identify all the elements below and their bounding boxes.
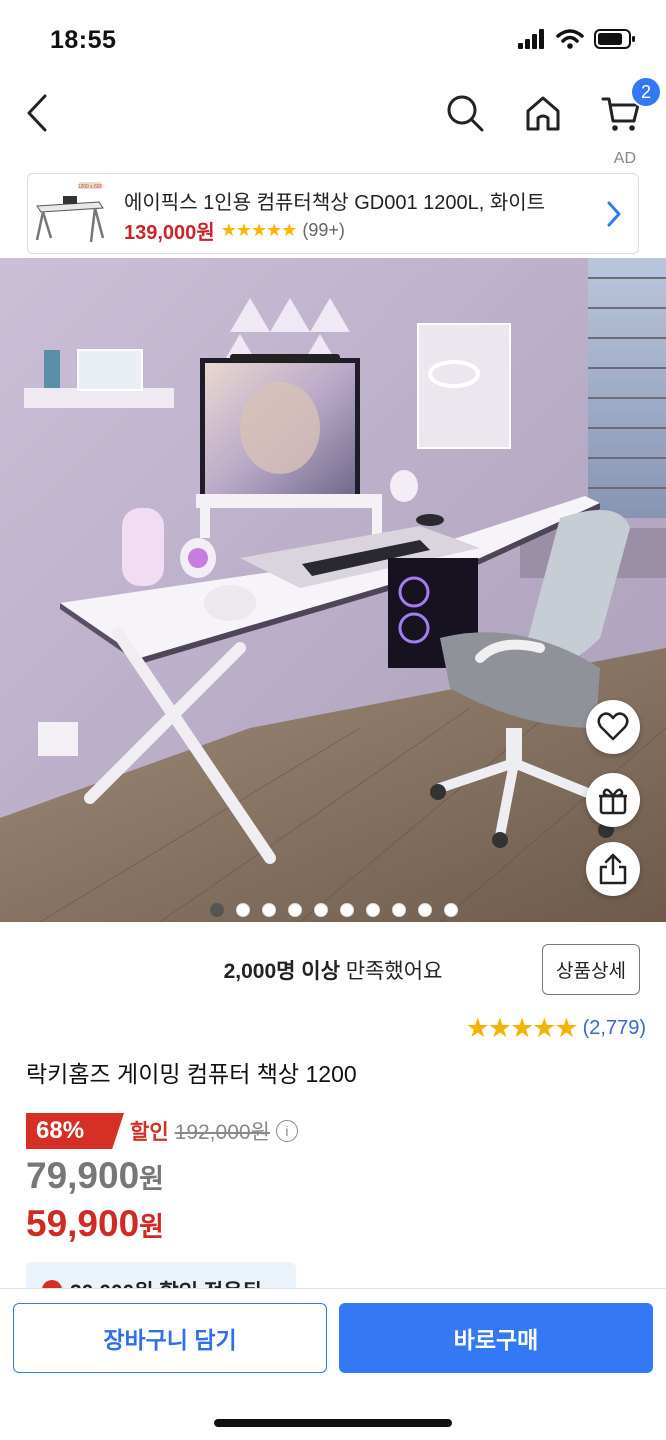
bottom-action-bar: 장바구니 담기 바로구매	[0, 1288, 666, 1440]
carousel-dot[interactable]	[236, 903, 250, 917]
price-regular-currency: 원	[139, 1164, 165, 1194]
search-icon	[447, 95, 484, 132]
nav-bar: 2	[0, 76, 666, 148]
home-indicator[interactable]	[214, 1419, 452, 1427]
carousel-indicator	[210, 903, 458, 917]
add-to-cart-button[interactable]: 장바구니 담기	[13, 1303, 327, 1373]
carousel-dot[interactable]	[392, 903, 406, 917]
cellular-signal-icon	[518, 29, 544, 49]
carousel-dot[interactable]	[210, 903, 224, 917]
coupon-text: 30,000원 할인 적용된	[70, 1276, 262, 1288]
gift-icon	[599, 788, 627, 815]
ad-stars: ★★★★★	[220, 220, 298, 240]
buy-now-button[interactable]: 바로구매	[339, 1303, 653, 1373]
carousel-dot[interactable]	[366, 903, 380, 917]
rating-stars: ★★★★★	[465, 1013, 579, 1043]
info-icon[interactable]: i	[275, 1120, 298, 1142]
rating-count: (2,779)	[582, 1017, 646, 1039]
discount-badge: 68%	[26, 1113, 124, 1149]
share-button[interactable]	[586, 842, 640, 896]
carousel-dot[interactable]	[262, 903, 276, 917]
price-sale: 59,900원	[26, 1203, 164, 1245]
home-icon	[526, 96, 560, 131]
carousel-dot[interactable]	[288, 903, 302, 917]
cart-badge: 2	[630, 76, 662, 108]
wifi-icon	[556, 29, 584, 49]
price-sale-currency: 원	[139, 1212, 165, 1242]
product-image[interactable]	[0, 258, 666, 922]
satisfaction-label: 만족했어요	[339, 960, 443, 983]
price-regular-value: 79,900	[26, 1155, 140, 1196]
search-button[interactable]	[440, 88, 490, 138]
carousel-dot[interactable]	[340, 903, 354, 917]
home-button[interactable]	[518, 88, 568, 138]
heart-icon	[597, 712, 629, 741]
ad-thumb-label: 1200 x 600	[78, 184, 103, 190]
coupon-banner[interactable]: 30,000원 할인 적용된	[26, 1262, 296, 1288]
status-time: 18:55	[50, 26, 117, 54]
ad-banner[interactable]: 1200 x 600 에이픽스 1인용 컴퓨터책상 GD001 1200L, 화…	[27, 173, 639, 254]
ad-price: 139,000원	[124, 222, 215, 244]
gift-button[interactable]	[586, 773, 640, 827]
share-icon	[599, 853, 627, 885]
ad-price-row: 139,000원 ★★★★★ (99+)	[124, 216, 345, 245]
product-detail-button[interactable]: 상품상세	[542, 944, 640, 995]
ad-thumbnail: 1200 x 600	[33, 178, 105, 250]
carousel-dot[interactable]	[418, 903, 432, 917]
chevron-right-icon	[607, 201, 621, 227]
back-button[interactable]	[12, 88, 62, 138]
satisfaction-count: 2,000명 이상	[223, 960, 340, 983]
ad-review-count: (99+)	[302, 220, 345, 240]
ad-title: 에이픽스 1인용 컴퓨터책상 GD001 1200L, 화이트	[124, 192, 546, 214]
carousel-dot[interactable]	[314, 903, 328, 917]
discount-label: 할인	[130, 1121, 169, 1144]
product-title: 락키홈즈 게이밍 컴퓨터 책상 1200	[26, 1061, 357, 1087]
product-photo	[0, 258, 666, 922]
coupon-alert-icon	[42, 1280, 62, 1288]
battery-icon	[594, 29, 635, 49]
cart-button[interactable]: 2	[596, 76, 662, 138]
wishlist-button[interactable]	[586, 700, 640, 754]
price-sale-value: 59,900	[26, 1203, 140, 1244]
discount-row: 68% 할인 192,000원 i	[26, 1113, 298, 1149]
price-regular: 79,900원	[26, 1155, 164, 1197]
status-bar: 18:55	[0, 0, 666, 78]
carousel-dot[interactable]	[444, 903, 458, 917]
rating-row[interactable]: ★★★★★ (2,779)	[466, 1013, 646, 1044]
chevron-left-icon	[27, 94, 47, 132]
ad-label: AD	[613, 150, 636, 167]
original-price: 192,000원	[174, 1121, 270, 1144]
status-icons	[518, 28, 636, 50]
